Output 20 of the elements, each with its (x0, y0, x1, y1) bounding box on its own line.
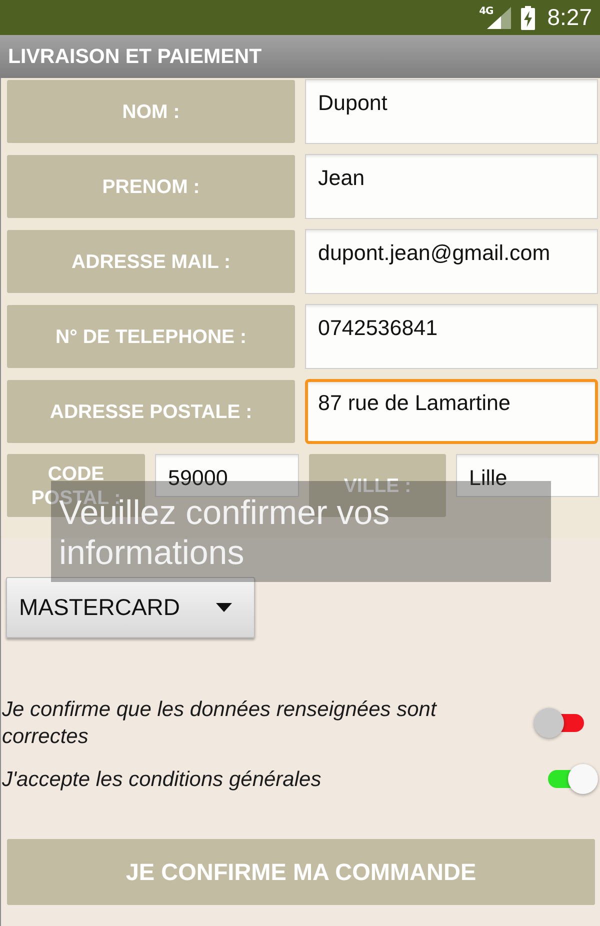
text-field[interactable]: dupont.jean@gmail.com (305, 229, 598, 294)
text-field[interactable]: Jean (305, 154, 598, 219)
field-label: N° DE TELEPHONE : (7, 305, 295, 368)
text-field[interactable]: Lille (456, 454, 599, 497)
text-field[interactable]: 87 rue de Lamartine (305, 379, 598, 444)
network-label: 4G (479, 6, 494, 17)
field-label: NOM : (7, 80, 295, 143)
switch-label: J'accepte les conditions générales (2, 766, 322, 792)
app-title: LIVRAISON ET PAIEMENT (8, 44, 262, 68)
text-field[interactable]: 0742536841 (305, 304, 598, 369)
text-field[interactable]: Dupont (305, 79, 598, 144)
payment-dropdown[interactable]: MASTERCARD (6, 577, 255, 638)
battery-charging-icon (521, 6, 536, 30)
switch-label: Je confirme que les données renseignées sont correctes (2, 697, 438, 750)
clock-time: 8:27 (547, 4, 592, 31)
field-label: ADRESSE POSTALE : (7, 380, 295, 443)
field-label: ADRESSE MAIL : (7, 230, 295, 293)
caret-icon (216, 603, 232, 612)
field-label: PRENOM : (7, 155, 295, 218)
text-field[interactable]: 59000 (155, 454, 299, 497)
